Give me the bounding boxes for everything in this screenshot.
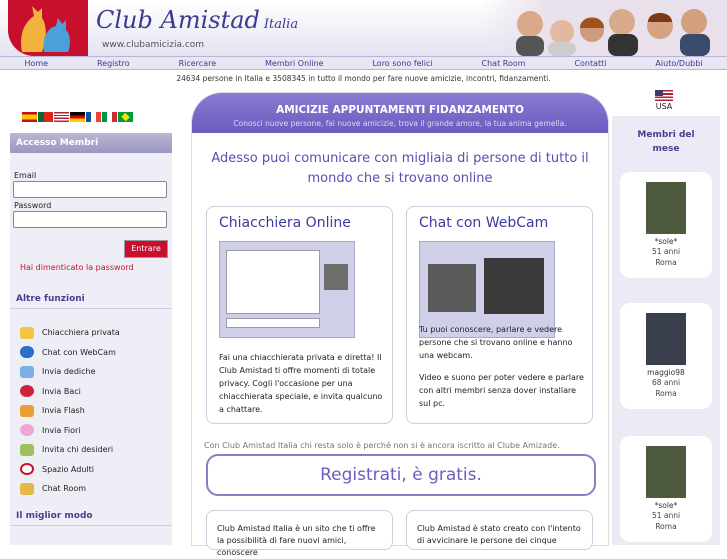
function-label: Invia Flash [42,406,85,416]
member-photo[interactable] [646,182,686,234]
lead-text: Adesso puoi comunicare con migliaia di p… [211,151,589,186]
germany-flag-icon[interactable] [70,112,85,122]
email-label: Email [14,171,37,180]
function-flowers[interactable]: Invia Fiori [20,421,170,441]
forgot-password-link[interactable]: Hai dimenticato la password [20,263,134,272]
usa-flag-icon [655,90,673,101]
member-card[interactable]: *sole* 51 anni Roma [620,172,712,278]
webcam-title[interactable]: Chat con WebCam [419,215,548,231]
usa-label: USA [655,102,673,111]
member-photo[interactable] [646,313,686,365]
nav-loro-sono-felici[interactable]: Loro sono felici [372,59,432,68]
main-content: AMICIZIE APPUNTAMENTI FIDANZAMENTO Conos… [192,93,608,557]
webcam-text-1: Tu puoi conoscere, parlare e vedere pers… [419,325,573,360]
function-label: Invita chi desideri [42,445,114,455]
member-name[interactable]: *sole* [620,237,712,246]
member-counter: 24634 persone in Italia e 3508345 in tut… [176,74,551,83]
chat-online-title[interactable]: Chiacchiera Online [219,215,351,231]
function-chat-room[interactable]: Chat Room [20,479,170,499]
banner-subtitle: Conosci nuove persone, fai nuove amicizi… [233,119,567,128]
function-invite[interactable]: Invita chi desideri [20,440,170,460]
chat-online-text: Fai una chiacchierata privata e diretta!… [219,353,383,414]
login-button[interactable]: Entrare [124,240,168,258]
about-box-left: Club Amistad Italia è un sito che ti off… [206,510,393,557]
function-label: Invia Baci [42,386,81,396]
function-private-chat[interactable]: Chiacchiera privata [20,323,170,343]
function-label: Chat con WebCam [42,347,116,357]
banner-title: AMICIZIE APPUNTAMENTI FIDANZAMENTO [276,104,524,116]
webcam-box: Chat con WebCam Tu puoi conoscere, parla… [406,206,593,424]
members-heading: Membri del mese [637,130,695,154]
user-icon [20,346,34,359]
member-name[interactable]: *sole* [620,501,712,510]
best-way-heading: Il miglior modo [10,506,172,526]
nav-membri-online[interactable]: Membri Online [265,59,324,68]
site-url: www.clubamicizia.com [102,40,205,50]
member-city: Roma [655,389,677,398]
function-label: Chiacchiera privata [42,328,120,338]
member-age: 68 anni [651,378,681,387]
webcam-text-2: Video e suono per poter vedere e parlare… [419,373,584,408]
function-label: Invia Fiori [42,425,81,435]
language-flags [22,112,133,122]
member-card[interactable]: maggio98 68 anni Roma [620,303,712,409]
note-icon [20,365,34,378]
member-photo[interactable] [646,446,686,498]
function-adults[interactable]: Spazio Adulti [20,460,170,480]
portugal-flag-icon[interactable] [38,112,53,122]
about-box-right: Club Amistad è stato creato con l'intent… [406,510,593,550]
password-label: Password [14,201,52,210]
member-name[interactable]: maggio98 [620,368,712,377]
header-people-photo [480,0,727,56]
login-heading: Accesso Membri [10,133,172,153]
pen-icon [20,443,34,456]
usa-language-link[interactable]: USA [655,90,673,111]
function-label: Spazio Adulti [42,464,94,474]
password-field[interactable] [13,211,167,228]
left-sidebar: Accesso Membri Email Password Entrare Ha… [10,133,172,545]
flash-icon [20,404,34,417]
nav-contatti[interactable]: Contatti [574,59,606,68]
flower-icon [20,424,34,437]
usa-flag-icon[interactable] [54,112,69,122]
function-webcam[interactable]: Chat con WebCam [20,343,170,363]
member-age: 51 anni [651,511,681,520]
member-city: Roma [655,258,677,267]
site-header: Club Amistad Italia www.clubamicizia.com [0,0,727,56]
member-age: 51 anni [651,247,681,256]
main-nav: Home Registro Ricercare Membri Online Lo… [0,56,727,70]
cat-dog-logo[interactable] [8,0,88,56]
nav-home[interactable]: Home [24,59,48,68]
heart-icon [20,463,34,476]
function-label: Chat Room [42,484,87,494]
member-city: Roma [655,522,677,531]
function-kisses[interactable]: Invia Baci [20,382,170,402]
function-dedications[interactable]: Invia dediche [20,362,170,382]
site-title: Club Amistad Italia [96,6,299,34]
italy-flag-icon[interactable] [102,112,117,122]
chat-bubble-icon [20,326,34,339]
signup-note: Con Club Amistad Italia chi resta solo è… [204,441,560,450]
france-flag-icon[interactable] [86,112,101,122]
members-of-month-sidebar: Membri del mese *sole* 51 anni Roma magg… [612,116,720,545]
nav-registro[interactable]: Registro [97,59,130,68]
functions-list: Chiacchiera privata Chat con WebCam Invi… [20,323,170,499]
nav-ricercare[interactable]: Ricercare [179,59,217,68]
site-title-suffix: Italia [263,17,299,32]
functions-heading: Altre funzioni [10,289,172,309]
function-flash[interactable]: Invia Flash [20,401,170,421]
brazil-flag-icon[interactable] [118,112,133,122]
member-card[interactable]: *sole* 51 anni Roma [620,436,712,542]
people-icon [20,482,34,495]
lips-icon [20,385,34,398]
register-button[interactable]: Registrati, è gratis. [206,454,596,496]
function-label: Invia dediche [42,367,96,377]
spain-flag-icon[interactable] [22,112,37,122]
nav-chat-room[interactable]: Chat Room [482,59,526,68]
chat-online-box: Chiacchiera Online Fai una chiacchierata… [206,206,393,424]
nav-aiuto[interactable]: Aiuto/Dubbi [655,59,702,68]
chat-screenshot[interactable] [219,241,355,338]
email-field[interactable] [13,181,167,198]
main-banner: AMICIZIE APPUNTAMENTI FIDANZAMENTO Conos… [192,93,608,133]
